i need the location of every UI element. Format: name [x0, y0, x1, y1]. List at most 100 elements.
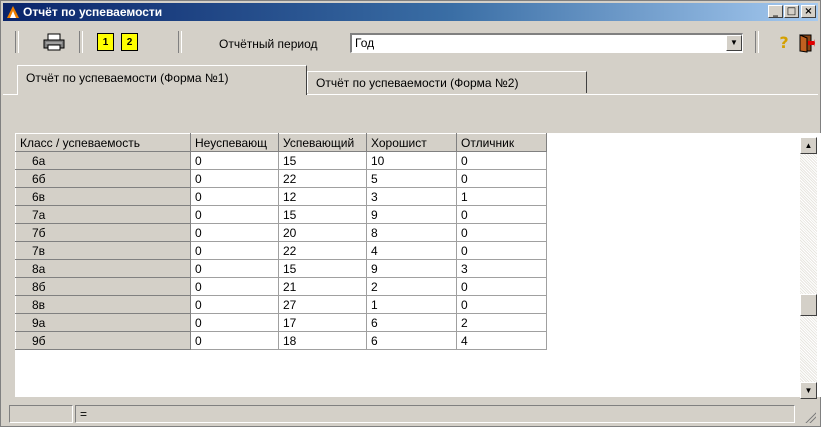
close-button[interactable]: × [801, 5, 816, 18]
grid-cell[interactable]: 0 [190, 169, 279, 188]
grid-cell[interactable]: 0 [456, 151, 547, 170]
row-header-cell[interactable]: 6а [15, 151, 191, 170]
grid-cell[interactable]: 0 [190, 187, 279, 206]
grid-cell[interactable]: 17 [278, 313, 367, 332]
title-bar[interactable]: Отчёт по успеваемости _ □ × [3, 3, 818, 21]
grid-table: Класс / успеваемость Неуспевающ Успевающ… [15, 133, 547, 350]
grid-cell[interactable]: 9 [366, 205, 457, 224]
period-label: Отчётный период [219, 37, 318, 51]
status-panel-2: = [75, 405, 795, 423]
grid-cell[interactable]: 10 [366, 151, 457, 170]
grid-cell[interactable]: 21 [278, 277, 367, 296]
grid-cell[interactable]: 0 [190, 223, 279, 242]
grid-cell[interactable]: 0 [456, 223, 547, 242]
column-header[interactable]: Класс / успеваемость [15, 133, 191, 152]
table-row[interactable]: 7в 0 22 4 0 [15, 241, 547, 260]
tab-form-1[interactable]: Отчёт по успеваемости (Форма №1) [17, 65, 307, 95]
exit-door-icon[interactable] [797, 33, 815, 53]
grid-cell[interactable]: 2 [456, 313, 547, 332]
table-row[interactable]: 8б 0 21 2 0 [15, 277, 547, 296]
dropdown-arrow-icon[interactable]: ▼ [726, 35, 742, 51]
grid-cell[interactable]: 20 [278, 223, 367, 242]
period-value: Год [355, 36, 375, 50]
grid-cell[interactable]: 15 [278, 205, 367, 224]
table-row[interactable]: 9б 0 18 6 4 [15, 331, 547, 350]
grid-cell[interactable]: 0 [190, 277, 279, 296]
grid-cell[interactable]: 9 [366, 259, 457, 278]
column-header[interactable]: Успевающий [278, 133, 367, 152]
scroll-thumb[interactable] [800, 294, 817, 316]
grid-cell[interactable]: 18 [278, 331, 367, 350]
tab-strip: Отчёт по успеваемости (Форма №1) Отчёт п… [3, 63, 818, 99]
scroll-down-icon[interactable]: ▼ [800, 382, 817, 399]
row-header-cell[interactable]: 6в [15, 187, 191, 206]
grid-cell[interactable]: 6 [366, 331, 457, 350]
grid-cell[interactable]: 0 [456, 169, 547, 188]
printer-icon[interactable] [43, 33, 65, 51]
row-header-cell[interactable]: 8б [15, 277, 191, 296]
grid-cell[interactable]: 2 [366, 277, 457, 296]
table-row[interactable]: 6в 0 12 3 1 [15, 187, 547, 206]
row-header-cell[interactable]: 9б [15, 331, 191, 350]
grid-header-row: Класс / успеваемость Неуспевающ Успевающ… [15, 133, 547, 152]
toolbar-separator [178, 31, 182, 53]
grid-cell[interactable]: 12 [278, 187, 367, 206]
row-header-cell[interactable]: 9а [15, 313, 191, 332]
maximize-button[interactable]: □ [784, 5, 799, 18]
grid-cell[interactable]: 22 [278, 241, 367, 260]
table-row[interactable]: 7а 0 15 9 0 [15, 205, 547, 224]
page1-button[interactable]: 1 [97, 33, 114, 51]
help-icon[interactable]: ? [775, 34, 793, 52]
scroll-up-icon[interactable]: ▲ [800, 137, 817, 154]
grid-cell[interactable]: 1 [366, 295, 457, 314]
column-header[interactable]: Неуспевающ [190, 133, 279, 152]
grid-cell[interactable]: 27 [278, 295, 367, 314]
vertical-scrollbar[interactable]: ▲ ▼ [800, 137, 817, 399]
row-header-cell[interactable]: 6б [15, 169, 191, 188]
grid-cell[interactable]: 3 [456, 259, 547, 278]
tab-form-2[interactable]: Отчёт по успеваемости (Форма №2) [307, 71, 587, 93]
grid-cell[interactable]: 3 [366, 187, 457, 206]
row-header-cell[interactable]: 7в [15, 241, 191, 260]
column-header[interactable]: Отличник [456, 133, 547, 152]
grid-cell[interactable]: 0 [190, 241, 279, 260]
row-header-cell[interactable]: 8в [15, 295, 191, 314]
resize-grip-icon[interactable] [804, 411, 816, 423]
toolbar-separator [15, 31, 19, 53]
table-row[interactable]: 6б 0 22 5 0 [15, 169, 547, 188]
table-row[interactable]: 6а 0 15 10 0 [15, 151, 547, 170]
grid-cell[interactable]: 15 [278, 151, 367, 170]
grid-cell[interactable]: 6 [366, 313, 457, 332]
grid-cell[interactable]: 0 [190, 331, 279, 350]
toolbar-separator [755, 31, 759, 53]
grid-cell[interactable]: 0 [456, 295, 547, 314]
grid-cell[interactable]: 0 [190, 259, 279, 278]
grid-cell[interactable]: 0 [456, 277, 547, 296]
grid-cell[interactable]: 4 [366, 241, 457, 260]
grid-cell[interactable]: 22 [278, 169, 367, 188]
table-row[interactable]: 8а 0 15 9 3 [15, 259, 547, 278]
minimize-button[interactable]: _ [768, 5, 783, 18]
page2-button[interactable]: 2 [121, 33, 138, 51]
grid-cell[interactable]: 4 [456, 331, 547, 350]
column-header[interactable]: Хорошист [366, 133, 457, 152]
status-bar: = [3, 403, 818, 425]
grid-cell[interactable]: 0 [456, 241, 547, 260]
grid-cell[interactable]: 15 [278, 259, 367, 278]
period-select[interactable]: Год ▼ [350, 33, 743, 53]
grid-cell[interactable]: 5 [366, 169, 457, 188]
table-row[interactable]: 7б 0 20 8 0 [15, 223, 547, 242]
grid-cell[interactable]: 1 [456, 187, 547, 206]
grid-cell[interactable]: 8 [366, 223, 457, 242]
row-header-cell[interactable]: 7б [15, 223, 191, 242]
grid-cell[interactable]: 0 [190, 295, 279, 314]
grid-cell[interactable]: 0 [456, 205, 547, 224]
row-header-cell[interactable]: 8а [15, 259, 191, 278]
grid-cell[interactable]: 0 [190, 151, 279, 170]
report-window: Отчёт по успеваемости _ □ × 1 2 Отчётный… [0, 0, 821, 427]
grid-cell[interactable]: 0 [190, 205, 279, 224]
grid-cell[interactable]: 0 [190, 313, 279, 332]
table-row[interactable]: 9а 0 17 6 2 [15, 313, 547, 332]
table-row[interactable]: 8в 0 27 1 0 [15, 295, 547, 314]
row-header-cell[interactable]: 7а [15, 205, 191, 224]
